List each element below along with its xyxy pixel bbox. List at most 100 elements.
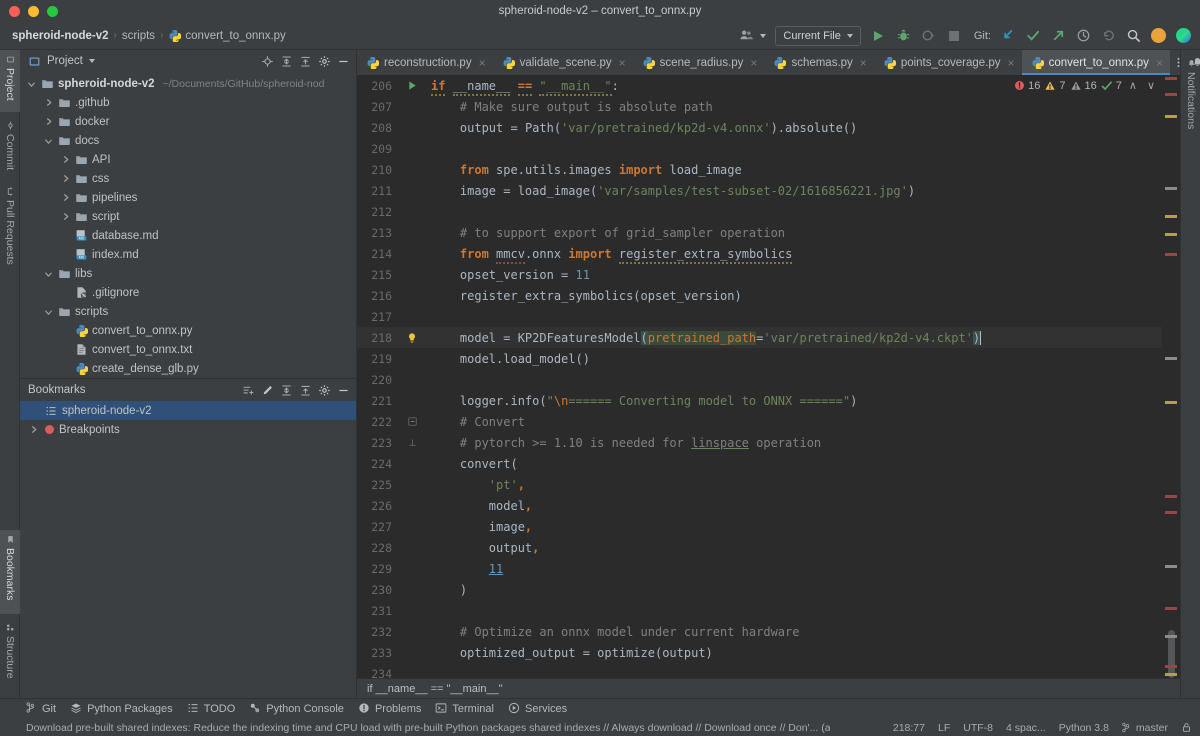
code-text[interactable]: # to support export of grid_sampler oper…: [423, 226, 785, 240]
code-text[interactable]: # pytorch >= 1.10 is needed for linspace…: [423, 436, 821, 450]
chevron-right-icon[interactable]: [60, 154, 71, 165]
editor-tab-scene-radius-py[interactable]: scene_radius.py ×: [633, 50, 765, 75]
tree-item--github[interactable]: .github: [20, 93, 356, 112]
code-text[interactable]: 11: [423, 562, 503, 576]
sidebar-item-pull-requests[interactable]: Pull Requests: [0, 182, 20, 274]
error-stripe-mark[interactable]: [1165, 253, 1177, 256]
code-text[interactable]: image = load_image('var/samples/test-sub…: [423, 184, 915, 198]
error-stripe-mark[interactable]: [1165, 511, 1177, 514]
code-line-226[interactable]: 226 model,: [357, 495, 1162, 516]
editor-tab-convert-to-onnx-py[interactable]: convert_to_onnx.py ×: [1021, 50, 1171, 75]
error-stripe-mark[interactable]: [1165, 215, 1177, 218]
line-number[interactable]: 220: [357, 373, 401, 387]
close-tab-icon[interactable]: ×: [619, 56, 626, 70]
chevron-down-icon[interactable]: [43, 306, 54, 317]
hide-panel-icon[interactable]: [335, 382, 352, 399]
error-stripe-mark[interactable]: [1165, 115, 1177, 118]
code-line-223[interactable]: 223 # pytorch >= 1.10 is needed for lins…: [357, 432, 1162, 453]
expand-all-icon[interactable]: [278, 53, 295, 70]
editor-breadcrumb[interactable]: if __name__ == "__main__": [357, 678, 1180, 698]
error-count[interactable]: 16: [1014, 80, 1040, 92]
code-line-217[interactable]: 217: [357, 306, 1162, 327]
line-number[interactable]: 231: [357, 604, 401, 618]
tree-item-database-md[interactable]: MD database.md: [20, 226, 356, 245]
tool-window-python-console[interactable]: Python Console: [249, 702, 344, 717]
error-stripe-column[interactable]: [1162, 75, 1180, 678]
code-line-219[interactable]: 219 model.load_model(): [357, 348, 1162, 369]
weak-warning-count[interactable]: 16: [1070, 80, 1097, 92]
line-number[interactable]: 234: [357, 667, 401, 679]
tree-item-docker[interactable]: docker: [20, 112, 356, 131]
tree-item-pipelines[interactable]: pipelines: [20, 188, 356, 207]
code-line-227[interactable]: 227 image,: [357, 516, 1162, 537]
inspection-widget[interactable]: 16 7 16 7 ∧ ∨: [1014, 79, 1158, 92]
code-line-229[interactable]: 229 11: [357, 558, 1162, 579]
line-number[interactable]: 213: [357, 226, 401, 240]
line-number[interactable]: 212: [357, 205, 401, 219]
stop-button[interactable]: [943, 25, 965, 47]
settings-icon[interactable]: [316, 53, 333, 70]
code-text[interactable]: # Convert: [423, 415, 525, 429]
gutter-marker[interactable]: [401, 438, 423, 447]
error-stripe-mark[interactable]: [1165, 495, 1177, 498]
history-icon[interactable]: [1072, 25, 1094, 47]
close-tab-icon[interactable]: ×: [479, 56, 486, 70]
sidebar-item-project[interactable]: Project: [0, 50, 20, 112]
error-stripe-mark[interactable]: [1165, 401, 1177, 404]
error-stripe-mark[interactable]: [1165, 233, 1177, 236]
code-text[interactable]: convert(: [423, 457, 518, 471]
notifications-bell-icon[interactable]: [1189, 54, 1200, 71]
warning-count[interactable]: 7: [1044, 80, 1066, 92]
tool-window-terminal[interactable]: Terminal: [435, 702, 494, 717]
code-text[interactable]: from mmcv.onnx import register_extra_sym…: [423, 246, 793, 264]
run-configuration-selector[interactable]: Current File: [775, 25, 861, 46]
chevron-right-icon[interactable]: [43, 97, 54, 108]
tree-item-css[interactable]: css: [20, 169, 356, 188]
sidebar-item-commit[interactable]: Commit: [0, 116, 20, 178]
code-line-216[interactable]: 216 register_extra_symbolics(opset_versi…: [357, 285, 1162, 306]
chevron-right-icon[interactable]: [60, 192, 71, 203]
lightbulb-icon[interactable]: [406, 332, 418, 344]
select-opened-file-icon[interactable]: [259, 53, 276, 70]
python-interpreter[interactable]: Python 3.8: [1059, 722, 1109, 734]
line-number[interactable]: 233: [357, 646, 401, 660]
code-text[interactable]: logger.info("\n====== Converting model t…: [423, 394, 857, 408]
chevron-right-icon[interactable]: [60, 211, 71, 222]
chevron-down-icon[interactable]: [43, 135, 54, 146]
error-stripe-mark[interactable]: [1165, 565, 1177, 568]
code-line-230[interactable]: 230 ): [357, 579, 1162, 600]
chevron-down-icon[interactable]: [43, 268, 54, 279]
breadcrumb-project[interactable]: spheroid-node-v2: [12, 30, 108, 42]
user-group-icon[interactable]: [735, 25, 757, 47]
code-line-228[interactable]: 228 output,: [357, 537, 1162, 558]
code-text[interactable]: # Optimize an onnx model under current h…: [423, 625, 800, 639]
line-number[interactable]: 229: [357, 562, 401, 576]
indent-setting[interactable]: 4 spac...: [1006, 722, 1046, 734]
line-number[interactable]: 225: [357, 478, 401, 492]
line-number[interactable]: 209: [357, 142, 401, 156]
code-text[interactable]: optimized_output = optimize(output): [423, 646, 713, 660]
line-number[interactable]: 207: [357, 100, 401, 114]
code-line-214[interactable]: 214 from mmcv.onnx import register_extra…: [357, 243, 1162, 264]
tool-window-git[interactable]: Git: [26, 702, 56, 716]
code-text[interactable]: opset_version = 11: [423, 268, 590, 282]
line-number[interactable]: 219: [357, 352, 401, 366]
line-number[interactable]: 211: [357, 184, 401, 198]
code-lines[interactable]: 206 if __name__ == "__main__": 207 # Make …: [357, 75, 1162, 678]
run-button[interactable]: [868, 25, 890, 47]
chevron-right-icon[interactable]: [60, 173, 71, 184]
run-line-icon[interactable]: [407, 80, 418, 91]
code-text[interactable]: model = KP2DFeaturesModel(pretrained_pat…: [423, 330, 982, 345]
line-number[interactable]: 214: [357, 247, 401, 261]
tree-item-create-dense-glb-py[interactable]: create_dense_glb.py: [20, 359, 356, 378]
chevron-down-icon[interactable]: [26, 78, 37, 89]
breadcrumb-file[interactable]: convert_to_onnx.py: [185, 30, 285, 42]
code-text[interactable]: register_extra_symbolics(opset_version): [423, 289, 742, 303]
previous-problem-button[interactable]: ∧: [1126, 79, 1140, 92]
tree-item-docs[interactable]: docs: [20, 131, 356, 150]
close-tab-icon[interactable]: ×: [860, 56, 867, 70]
bookmark-row-breakpoints[interactable]: Breakpoints: [20, 420, 356, 439]
more-tabs-icon[interactable]: [1170, 54, 1187, 71]
tree-item-script[interactable]: script: [20, 207, 356, 226]
code-line-218[interactable]: 218 model = KP2DFeaturesModel(pretrained…: [357, 327, 1162, 348]
